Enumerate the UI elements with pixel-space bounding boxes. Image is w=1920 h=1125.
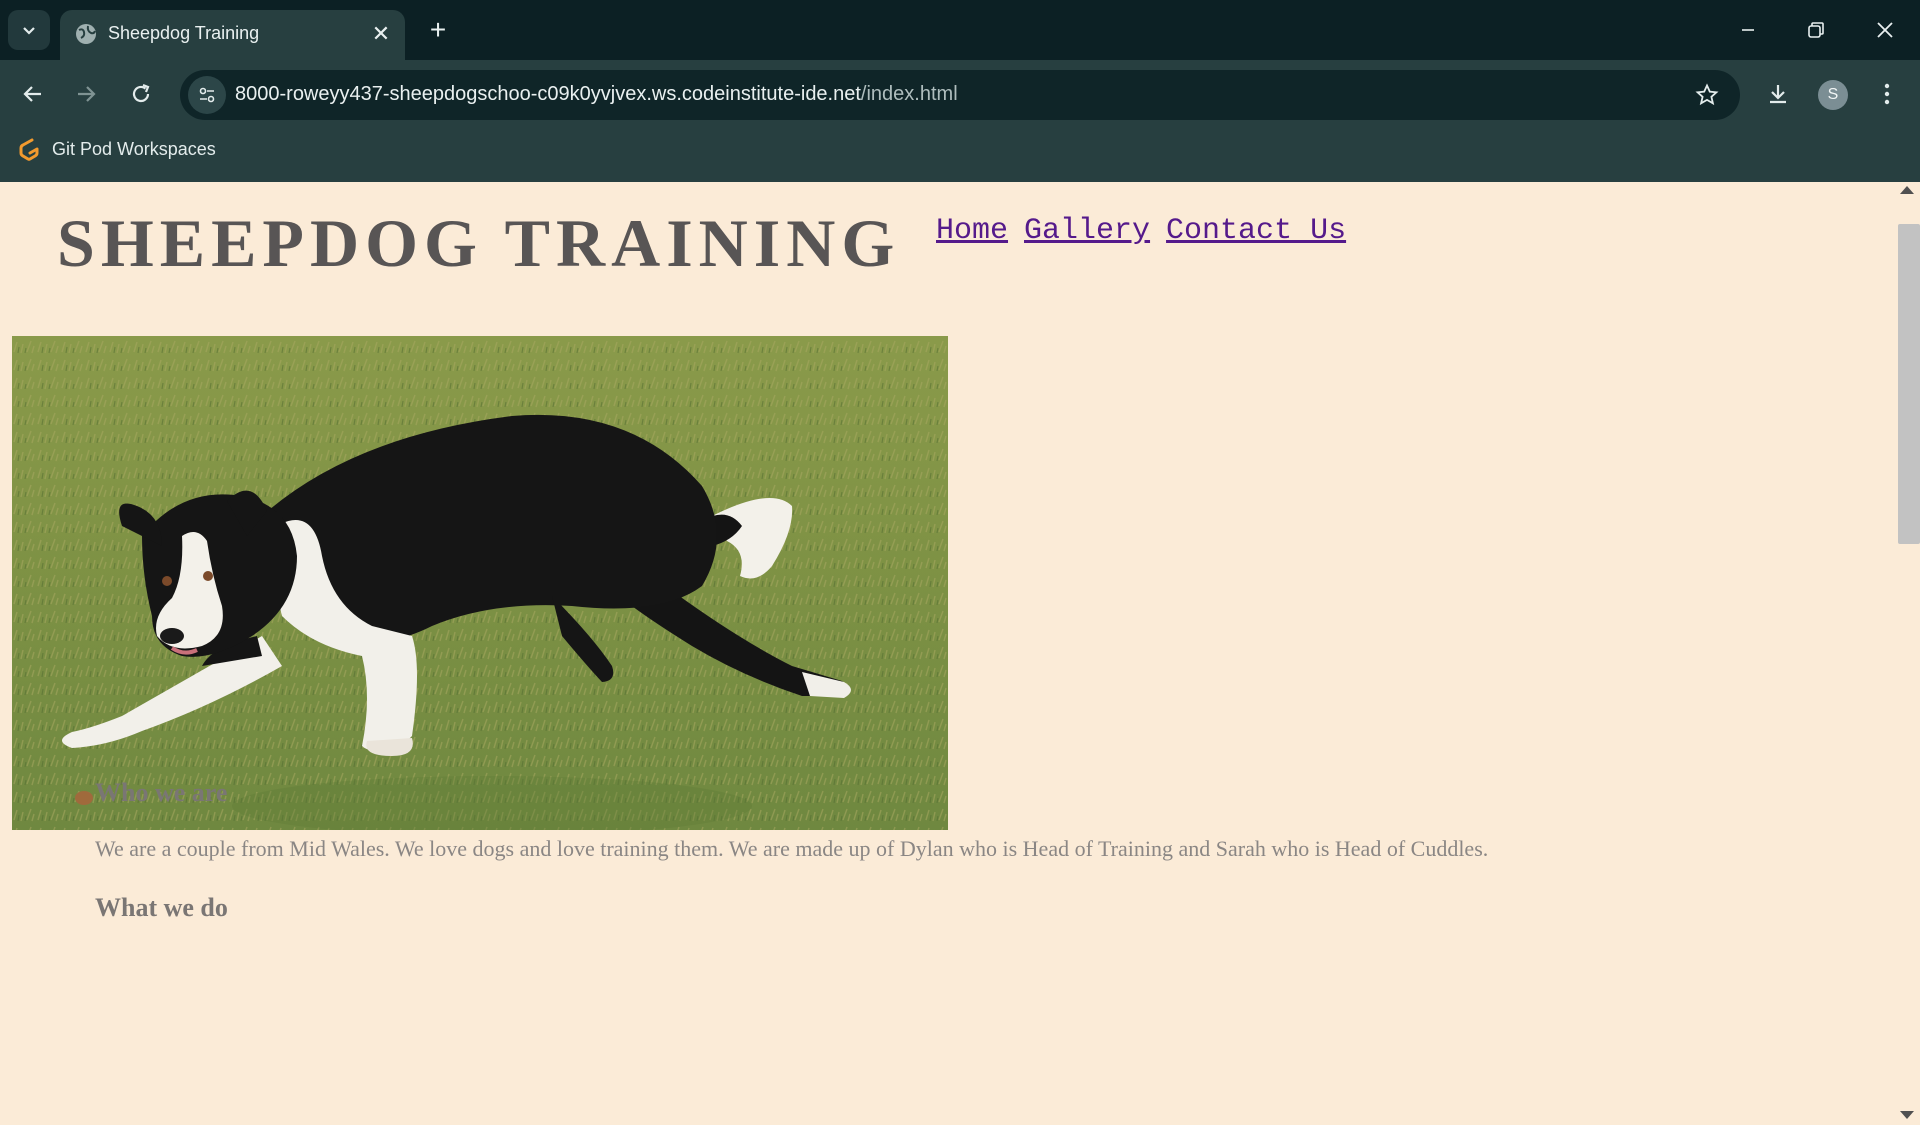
close-tab-icon[interactable]: ✕ [367, 20, 395, 48]
browser-toolbar: 8000-roweyy437-sheepdogschoo-c09k0yvjvex… [0, 60, 1920, 188]
site-nav: Home Gallery Contact Us [936, 214, 1346, 248]
tab-strip: Sheepdog Training ✕ + [0, 0, 1920, 60]
forward-icon[interactable] [66, 74, 106, 114]
address-bar[interactable]: 8000-roweyy437-sheepdogschoo-c09k0yvjvex… [180, 70, 1740, 120]
reload-icon[interactable] [121, 74, 161, 114]
scroll-up-icon[interactable] [1900, 186, 1914, 194]
back-icon[interactable] [13, 74, 53, 114]
bookmark-gitpod[interactable]: Git Pod Workspaces [16, 134, 216, 164]
url-path: /index.html [860, 83, 958, 105]
hero-dog-image [12, 336, 948, 830]
nav-link-home[interactable]: Home [936, 214, 1008, 248]
url-text[interactable]: 8000-roweyy437-sheepdogschoo-c09k0yvjvex… [235, 83, 958, 106]
site-title: SHEEPDOG TRAINING [57, 205, 901, 281]
page-scrollbar[interactable] [1894, 182, 1920, 1125]
minimize-icon[interactable] [1723, 8, 1773, 52]
nav-link-contact-us[interactable]: Contact Us [1166, 214, 1346, 248]
scroll-thumb[interactable] [1898, 224, 1920, 544]
tab-title: Sheepdog Training [108, 23, 260, 43]
section-heading-who-we-are: Who we are [95, 778, 228, 807]
close-window-icon[interactable] [1860, 8, 1910, 52]
scroll-down-icon[interactable] [1900, 1111, 1914, 1119]
new-tab-icon[interactable]: + [420, 12, 456, 48]
globe-icon [76, 24, 96, 44]
more-menu-icon[interactable] [1870, 74, 1904, 114]
bookmark-star-icon[interactable] [1692, 80, 1722, 110]
section-text-who-we-are: We are a couple from Mid Wales. We love … [95, 836, 1489, 861]
tab-active[interactable]: Sheepdog Training ✕ [60, 10, 405, 60]
gitpod-logo-icon [19, 138, 39, 161]
url-host: 8000-roweyy437-sheepdogschoo-c09k0yvjvex… [235, 83, 861, 105]
site-info-icon[interactable] [188, 76, 226, 114]
page-viewport: SHEEPDOG TRAINING Home Gallery Contact U… [0, 182, 1920, 1125]
section-heading-what-we-do: What we do [95, 893, 228, 922]
bookmark-label: Git Pod Workspaces [52, 138, 216, 159]
download-icon[interactable] [1758, 74, 1798, 114]
chevron-down-icon [23, 27, 35, 35]
restore-icon[interactable] [1791, 8, 1841, 52]
profile-avatar[interactable]: S [1818, 80, 1848, 110]
nav-link-gallery[interactable]: Gallery [1024, 214, 1150, 248]
tab-search-button[interactable] [8, 10, 50, 50]
